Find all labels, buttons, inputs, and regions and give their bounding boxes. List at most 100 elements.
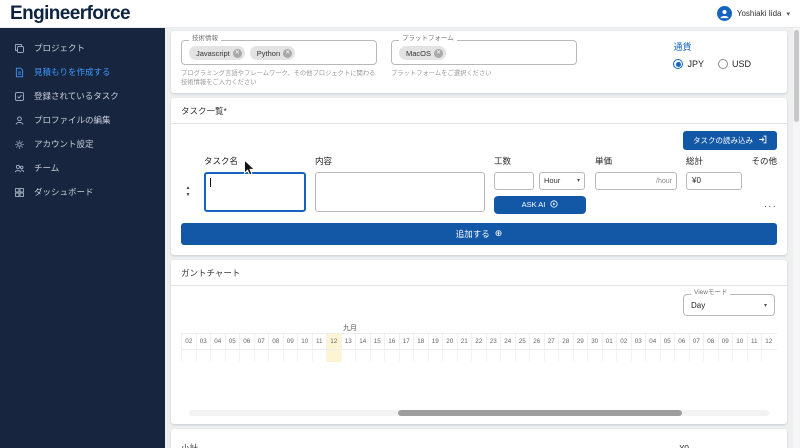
chip-remove-icon[interactable]: ✕ xyxy=(434,49,443,58)
project-info-card: 技術情報 Javascript✕Python✕ プログラミング言語やフレームワー… xyxy=(171,31,787,93)
sidebar-item-project[interactable]: プロジェクト xyxy=(0,36,165,60)
gantt-day-header: 07 xyxy=(689,334,704,349)
gantt-hscrollbar-track[interactable] xyxy=(189,410,769,416)
gantt-cell xyxy=(645,350,660,362)
hours-unit-select[interactable]: Hour ▾ xyxy=(539,172,585,190)
view-mode-label: Viewモード xyxy=(691,290,730,297)
gantt-day-header: 22 xyxy=(471,334,486,349)
view-mode-select[interactable]: Viewモード Day ▾ xyxy=(683,294,775,316)
hours-input[interactable] xyxy=(494,172,534,190)
dashboard-icon xyxy=(14,187,25,198)
gantt-cell xyxy=(718,350,733,362)
total-column-label: 総計 xyxy=(686,155,742,167)
currency-radio-usd[interactable]: USD xyxy=(718,59,751,69)
sidebar-item-estimate[interactable]: 見積もりを作成する xyxy=(0,60,165,84)
gantt-grid xyxy=(181,350,777,362)
gantt-day-header: 12 xyxy=(761,334,776,349)
gantt-day-header: 16 xyxy=(384,334,399,349)
person-icon xyxy=(719,8,730,19)
gantt-cell xyxy=(326,350,341,362)
estimate-icon xyxy=(14,67,25,78)
platform-label: プラットフォーム xyxy=(399,36,457,43)
gantt-cell xyxy=(312,350,327,362)
gantt-cell xyxy=(674,350,689,362)
sidebar-item-dashboard[interactable]: ダッシュボード xyxy=(0,180,165,204)
ask-ai-button[interactable]: ASK AI xyxy=(494,196,586,214)
vertical-scrollbar-thumb[interactable] xyxy=(794,30,799,122)
gantt-day-header: 18 xyxy=(413,334,428,349)
chip: Javascript✕ xyxy=(189,46,245,60)
logo[interactable]: Engineerforce xyxy=(10,4,130,23)
gantt-day-header: 14 xyxy=(355,334,370,349)
chip-label: Python xyxy=(257,49,280,58)
divider xyxy=(171,123,787,124)
gantt-day-header: 08 xyxy=(703,334,718,349)
gantt-day-header: 29 xyxy=(573,334,588,349)
add-task-button[interactable]: 追加する ⊕ xyxy=(181,223,777,245)
gantt-cell xyxy=(196,350,211,362)
gantt-cell xyxy=(500,350,515,362)
sidebar-item-label: アカウント設定 xyxy=(34,138,94,150)
gantt-day-header: 21 xyxy=(457,334,472,349)
chip-remove-icon[interactable]: ✕ xyxy=(233,49,242,58)
vertical-scrollbar-track[interactable] xyxy=(793,28,800,448)
gantt-day-header: 04 xyxy=(210,334,225,349)
unit-price-suffix: /hour xyxy=(656,178,672,185)
gantt-cell xyxy=(529,350,544,362)
gantt-day-header: 10 xyxy=(732,334,747,349)
gantt-day-header: 30 xyxy=(587,334,602,349)
currency-radio-jpy[interactable]: JPY xyxy=(673,59,704,69)
gantt-day-header: 20 xyxy=(442,334,457,349)
more-options-button[interactable]: ... xyxy=(764,200,777,210)
total-value: ¥0 xyxy=(686,172,742,190)
platform-group: プラットフォーム MacOS✕ プラットフォームをご選択ください xyxy=(391,40,577,78)
content-input[interactable] xyxy=(315,172,485,212)
unit-price-input[interactable]: /hour xyxy=(595,172,677,190)
gantt-cell xyxy=(428,350,443,362)
tech-info-group: 技術情報 Javascript✕Python✕ プログラミング言語やフレームワー… xyxy=(181,40,377,88)
task-form: タスク名 内容 工数 単価 総計 その他 ▲▼ Hour ▾ ASK AI xyxy=(181,155,777,214)
gantt-day-header: 26 xyxy=(529,334,544,349)
tech-info-field[interactable]: 技術情報 Javascript✕Python✕ xyxy=(181,40,377,65)
sidebar-item-profile[interactable]: プロファイルの編集 xyxy=(0,108,165,132)
horizontal-scrollbar-thumb[interactable] xyxy=(398,410,682,416)
gantt-cell xyxy=(457,350,472,362)
profile-icon xyxy=(14,115,25,126)
gantt-cell xyxy=(660,350,675,362)
gantt-day-header: 23 xyxy=(486,334,501,349)
platform-field[interactable]: プラットフォーム MacOS✕ xyxy=(391,40,577,65)
gantt-day-header: 02 xyxy=(616,334,631,349)
drag-handle[interactable]: ▲▼ xyxy=(181,172,195,212)
gantt-cell xyxy=(486,350,501,362)
task-list-title: タスク一覧* xyxy=(181,105,777,123)
gantt-cell xyxy=(573,350,588,362)
gantt-cell xyxy=(370,350,385,362)
gantt-days: 0203040506070809101112131415161718192021… xyxy=(181,333,777,350)
gantt-chart: 九月 0203040506070809101112131415161718192… xyxy=(181,322,777,416)
currency-label: 通貨 xyxy=(673,40,751,53)
gantt-day-header: 25 xyxy=(515,334,530,349)
chip-remove-icon[interactable]: ✕ xyxy=(283,49,292,58)
sidebar-item-team[interactable]: チーム xyxy=(0,156,165,180)
gantt-day-header: 17 xyxy=(399,334,414,349)
platform-helper-text: プラットフォームをご選択ください xyxy=(391,69,577,78)
load-tasks-button[interactable]: タスクの読み込み xyxy=(683,131,777,150)
user-menu[interactable]: Yoshiaki Iida ▾ xyxy=(717,6,790,21)
chip: Python✕ xyxy=(250,46,295,60)
tech-info-label: 技術情報 xyxy=(189,36,221,43)
gantt-cell xyxy=(283,350,298,362)
sidebar-item-label: ダッシュボード xyxy=(34,186,94,198)
gantt-cell xyxy=(239,350,254,362)
sidebar-item-settings[interactable]: アカウント設定 xyxy=(0,132,165,156)
task-name-input[interactable] xyxy=(204,172,306,212)
gantt-day-header: 15 xyxy=(370,334,385,349)
tech-chips: Javascript✕Python✕ xyxy=(189,46,369,60)
gantt-day-header: 05 xyxy=(660,334,675,349)
logo-text-light: force xyxy=(87,3,130,24)
sidebar-item-tasks[interactable]: 登録されているタスク xyxy=(0,84,165,108)
load-row: タスクの読み込み xyxy=(181,131,777,150)
currency-option-label: JPY xyxy=(687,59,704,69)
gantt-day-header: 04 xyxy=(645,334,660,349)
gantt-day-header: 27 xyxy=(544,334,559,349)
chevron-down-icon: ▾ xyxy=(577,177,580,184)
